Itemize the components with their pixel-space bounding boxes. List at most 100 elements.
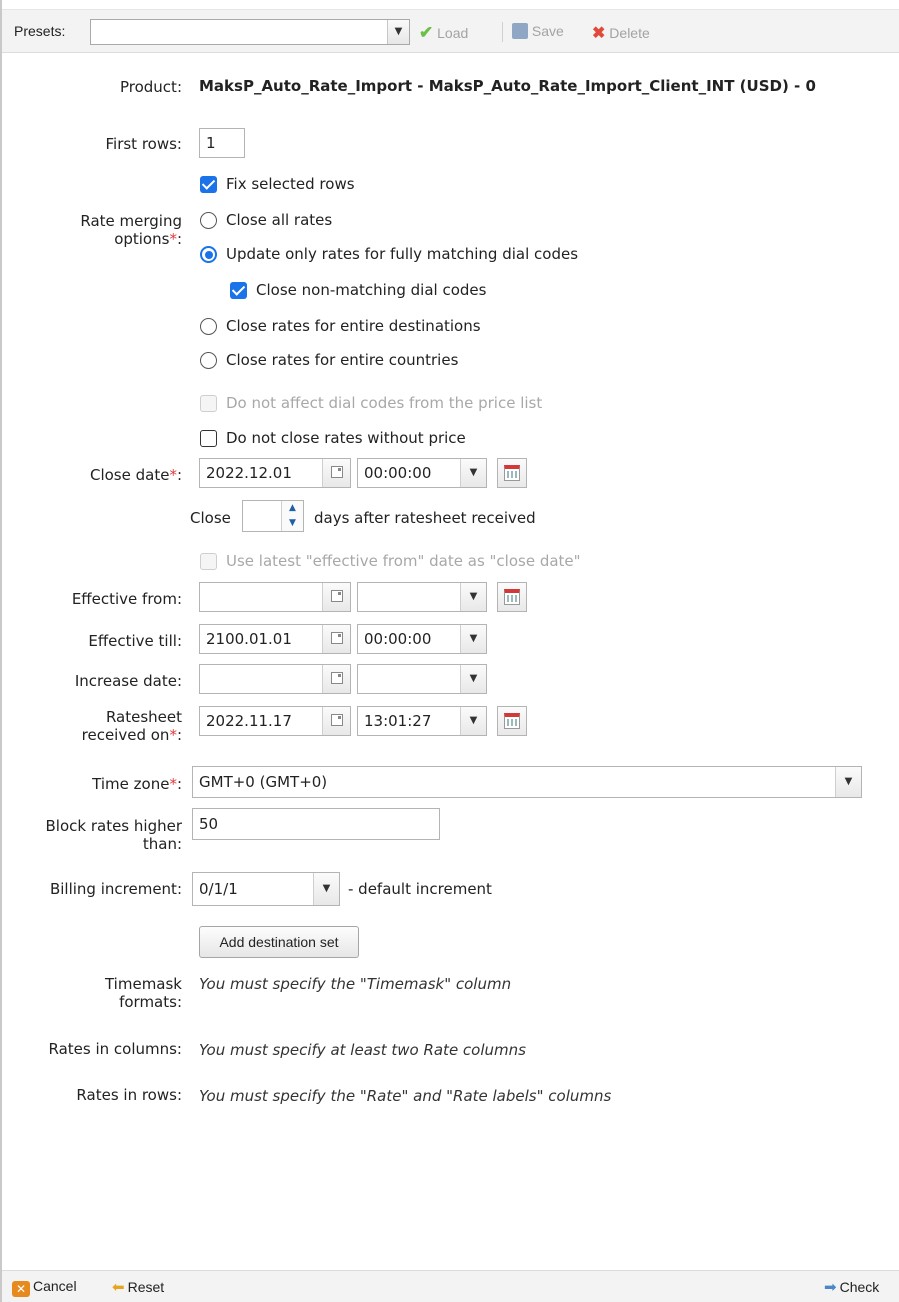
ratesheet-label-line1: Ratesheet [105,708,182,726]
effective-from-date-input[interactable] [199,582,351,612]
ratesheet-time-value: 13:01:27 [364,712,432,730]
date-picker-icon[interactable] [497,582,527,612]
ratesheet-date-input[interactable]: 2022.11.17 [199,706,351,736]
required-marker: * [169,775,177,793]
increase-time-select[interactable]: ▼ [357,664,487,694]
time-zone-label: Time zone*: [92,775,182,793]
ratesheet-received-label: Ratesheet received on*: [81,708,182,744]
rate-merging-label: Rate merging options*: [80,212,182,248]
undo-arrow-icon: ⬅ [112,1279,125,1296]
time-zone-select[interactable]: GMT+0 (GMT+0) ▼ [192,766,862,798]
radio-close-all-rates[interactable] [200,212,217,229]
block-rates-label: Block rates higher than: [46,817,183,853]
close-non-matching-label: Close non-matching dial codes [256,281,487,299]
billing-increment-label: Billing increment: [49,880,182,898]
chevron-down-icon[interactable]: ▼ [460,625,486,653]
rates-in-rows-hint: You must specify the "Rate" and "Rate la… [199,1087,612,1105]
date-picker-icon[interactable] [497,458,527,488]
timemask-hint: You must specify the "Timemask" column [199,975,512,993]
required-marker: * [169,726,177,744]
rates-in-columns-label: Rates in columns: [48,1040,182,1058]
do-not-affect-label: Do not affect dial codes from the price … [226,394,543,412]
ratesheet-date-value: 2022.11.17 [206,712,292,730]
date-picker-icon[interactable] [497,706,527,736]
effective-from-time-select[interactable]: ▼ [357,582,487,612]
billing-increment-value: 0/1/1 [199,880,238,898]
block-rates-input[interactable]: 50 [192,808,440,840]
chevron-down-icon[interactable]: ▼ [460,583,486,611]
radio-update-matching-dial-codes[interactable] [200,246,217,263]
checkmark-icon: ✔ [419,23,434,42]
rates-in-columns-hint: You must specify at least two Rate colum… [199,1041,526,1059]
effective-till-time-select[interactable]: 00:00:00 ▼ [357,624,487,654]
close-days-stepper[interactable]: ▲ ▼ [242,500,304,532]
cancel-button[interactable]: ✕ Cancel [12,1278,77,1297]
stepper-up-icon[interactable]: ▲ [282,501,303,516]
chevron-down-icon[interactable]: ▼ [387,20,409,44]
reset-button[interactable]: ⬅ Reset [112,1278,164,1296]
block-rates-label-line1: Block rates higher [45,817,183,835]
cancel-label: Cancel [33,1278,77,1294]
calendar-icon[interactable] [322,583,350,611]
stepper-down-icon[interactable]: ▼ [282,516,303,531]
add-destination-set-button[interactable]: Add destination set [199,926,359,958]
do-not-close-checkbox[interactable] [200,430,217,447]
radio-label-update-matching: Update only rates for fully matching dia… [226,245,579,263]
radio-close-entire-countries[interactable] [200,352,217,369]
presets-label: Presets: [14,23,66,39]
calendar-icon[interactable] [322,665,350,693]
product-value: MaksP_Auto_Rate_Import - MaksP_Auto_Rate… [199,77,816,95]
calendar-icon[interactable] [322,459,350,487]
chevron-down-icon[interactable]: ▼ [460,707,486,735]
first-rows-label: First rows: [105,135,183,153]
save-button[interactable]: Save [512,23,564,39]
effective-till-time-value: 00:00:00 [364,630,432,648]
check-label: Check [839,1279,880,1295]
radio-close-entire-destinations[interactable] [200,318,217,335]
rates-in-rows-label: Rates in rows: [76,1086,182,1104]
stepper-buttons[interactable]: ▲ ▼ [281,501,303,531]
timemask-label: Timemask formats: [105,975,182,1011]
close-days-suffix: days after ratesheet received [314,509,536,527]
effective-till-date-input[interactable]: 2100.01.01 [199,624,351,654]
ratesheet-time-select[interactable]: 13:01:27 ▼ [357,706,487,736]
chevron-down-icon[interactable]: ▼ [460,665,486,693]
timemask-label-line1: Timemask [104,975,182,993]
first-rows-input[interactable]: 1 [199,128,245,158]
use-latest-checkbox [200,553,217,570]
billing-increment-select[interactable]: 0/1/1 ▼ [192,872,340,906]
close-time-select[interactable]: 00:00:00 ▼ [357,458,487,488]
time-zone-value: GMT+0 (GMT+0) [199,773,328,791]
presets-toolbar: Presets: ▼ ✔ Load Save ✖ Delete [2,9,899,53]
do-not-close-label: Do not close rates without price [226,429,466,447]
effective-from-label: Effective from: [71,590,182,608]
arrow-right-icon: ➡ [824,1279,837,1296]
billing-increment-suffix: - default increment [348,880,492,898]
chevron-down-icon[interactable]: ▼ [460,459,486,487]
chevron-down-icon[interactable]: ▼ [313,873,339,905]
calendar-icon[interactable] [322,707,350,735]
delete-label: Delete [609,25,650,41]
chevron-down-icon[interactable]: ▼ [835,767,861,797]
delete-button[interactable]: ✖ Delete [592,23,650,43]
product-label: Product: [119,78,182,96]
do-not-affect-checkbox [200,395,217,412]
close-non-matching-checkbox[interactable] [230,282,247,299]
check-button[interactable]: ➡ Check [824,1278,879,1296]
time-zone-label-text: Time zone [92,775,170,793]
block-rates-label-line2: than: [142,835,182,853]
load-button[interactable]: ✔ Load [419,23,468,43]
dialog-frame: Presets: ▼ ✔ Load Save ✖ Delete Product:… [0,0,899,1302]
radio-label-close-countries: Close rates for entire countries [226,351,459,369]
rate-merging-label-line1: Rate merging [80,212,182,230]
calendar-icon[interactable] [322,625,350,653]
close-date-label-text: Close date [89,466,170,484]
presets-select[interactable]: ▼ [90,19,410,45]
close-date-input[interactable]: 2022.12.01 [199,458,351,488]
radio-label-close-all-rates: Close all rates [226,211,333,229]
fix-selected-rows-label: Fix selected rows [226,175,355,193]
toolbar-divider [502,22,503,42]
fix-selected-rows-checkbox[interactable] [200,176,217,193]
increase-date-input[interactable] [199,664,351,694]
dialog-footer: ✕ Cancel ⬅ Reset ➡ Check [2,1270,899,1302]
